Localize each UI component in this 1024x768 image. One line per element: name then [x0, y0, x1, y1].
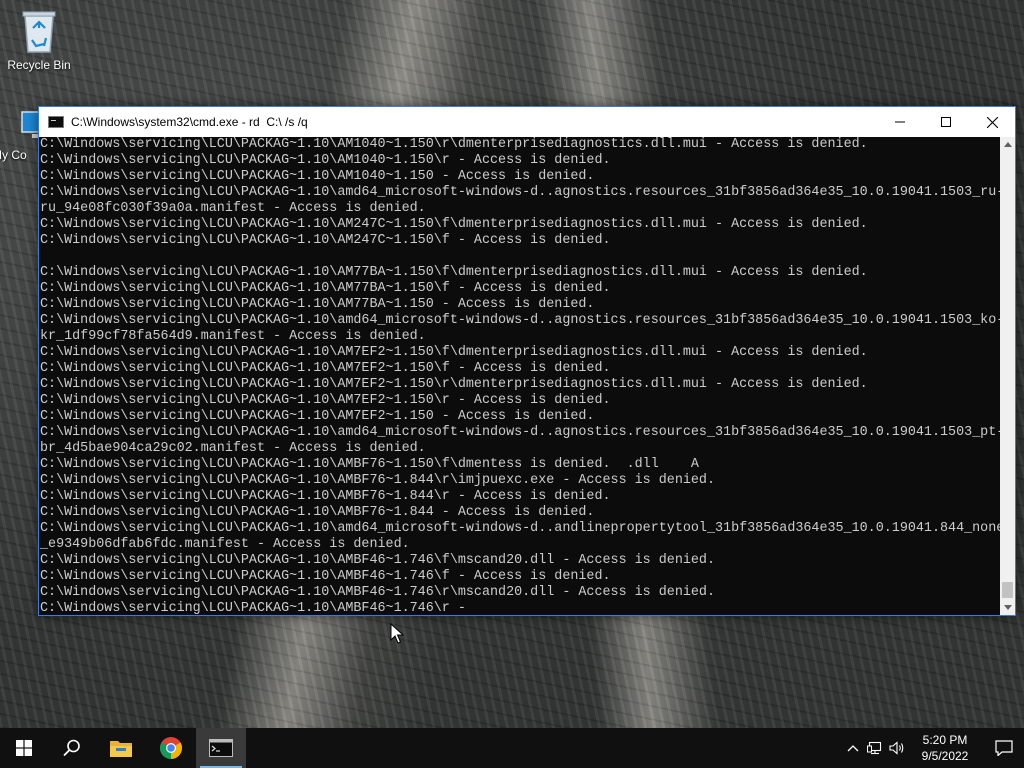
console-line: C:\Windows\servicing\LCU\PACKAG~1.10\AM2…	[40, 217, 868, 232]
console-line: br_4d5bae904ca29c02.manifest - Access is…	[40, 441, 426, 456]
console-line: C:\Windows\servicing\LCU\PACKAG~1.10\AM7…	[40, 361, 611, 376]
chevron-up-icon	[1003, 142, 1012, 147]
minimize-icon	[895, 121, 905, 123]
clock-date: 9/5/2022	[921, 749, 969, 763]
close-button[interactable]	[969, 107, 1015, 137]
console-output[interactable]: C:\Windows\servicing\LCU\PACKAG~1.10\AM1…	[39, 137, 1000, 615]
console-line: C:\Windows\servicing\LCU\PACKAG~1.10\AM2…	[40, 233, 611, 248]
command-prompt-icon	[209, 739, 233, 757]
console-line: C:\Windows\servicing\LCU\PACKAG~1.10\AM7…	[40, 345, 868, 360]
console-line: C:\Windows\servicing\LCU\PACKAG~1.10\AM7…	[40, 409, 595, 424]
console-line: C:\Windows\servicing\LCU\PACKAG~1.10\AM1…	[40, 153, 611, 168]
maximize-icon	[941, 117, 951, 127]
console-line: C:\Windows\servicing\LCU\PACKAG~1.10\amd…	[40, 521, 1000, 536]
action-center-button[interactable]	[984, 728, 1024, 768]
console-line: C:\Windows\servicing\LCU\PACKAG~1.10\AM1…	[40, 137, 868, 152]
chrome-icon	[160, 737, 182, 759]
console-line: C:\Windows\servicing\LCU\PACKAG~1.10\AM7…	[40, 377, 868, 392]
show-hidden-icons-button[interactable]	[842, 728, 864, 768]
network-button[interactable]	[864, 728, 886, 768]
console-line: C:\Windows\servicing\LCU\PACKAG~1.10\AM7…	[40, 281, 611, 296]
windows-start-icon	[16, 740, 32, 756]
command-prompt-icon	[48, 116, 64, 128]
window-titlebar[interactable]: C:\Windows\system32\cmd.exe - rd C:\ /s …	[39, 107, 1015, 137]
console-line: C:\Windows\servicing\LCU\PACKAG~1.10\AM7…	[40, 265, 868, 280]
console-line: C:\Windows\servicing\LCU\PACKAG~1.10\amd…	[40, 425, 1000, 440]
chevron-up-icon	[847, 745, 859, 752]
desktop-icon-label: Recycle Bin	[7, 58, 71, 72]
clock-time: 5:20 PM	[922, 733, 968, 747]
console-line: C:\Windows\servicing\LCU\PACKAG~1.10\AMB…	[40, 553, 715, 568]
volume-icon	[889, 741, 904, 755]
console-line: C:\Windows\servicing\LCU\PACKAG~1.10\AMB…	[40, 601, 466, 615]
console-line: C:\Windows\servicing\LCU\PACKAG~1.10\AM7…	[40, 297, 595, 312]
taskbar-chrome[interactable]	[146, 728, 196, 768]
volume-button[interactable]	[886, 728, 908, 768]
console-line: C:\Windows\servicing\LCU\PACKAG~1.10\amd…	[40, 185, 1000, 200]
console-line: ru_94e08fc030f39a0a.manifest - Access is…	[40, 201, 426, 216]
console-line: C:\Windows\servicing\LCU\PACKAG~1.10\AMB…	[40, 489, 611, 504]
window-title: C:\Windows\system32\cmd.exe - rd C:\ /s …	[71, 115, 308, 129]
network-icon	[867, 741, 882, 755]
console-line: _e9349b06dfab6fdc.manifest - Access is d…	[40, 537, 410, 552]
console-line: C:\Windows\servicing\LCU\PACKAG~1.10\amd…	[40, 313, 1000, 328]
taskbar-file-explorer[interactable]	[96, 728, 146, 768]
console-line: C:\Windows\servicing\LCU\PACKAG~1.10\AM1…	[40, 169, 595, 184]
recycle-bin-icon	[22, 11, 56, 53]
taskbar: 5:20 PM 9/5/2022	[0, 728, 1024, 768]
close-icon	[986, 116, 998, 128]
system-clock[interactable]: 5:20 PM 9/5/2022	[914, 732, 976, 764]
maximize-button[interactable]	[923, 107, 969, 137]
console-line: C:\Windows\servicing\LCU\PACKAG~1.10\AMB…	[40, 457, 699, 472]
chevron-down-icon	[1003, 605, 1012, 610]
search-icon	[63, 739, 80, 757]
console-line: C:\Windows\servicing\LCU\PACKAG~1.10\AMB…	[40, 473, 715, 488]
console-line: kr_1df99cf78fa564d9.manifest - Access is…	[40, 329, 426, 344]
taskbar-command-prompt[interactable]	[196, 728, 246, 768]
scroll-down-arrow[interactable]	[1000, 600, 1015, 615]
console-line: C:\Windows\servicing\LCU\PACKAG~1.10\AM7…	[40, 393, 611, 408]
file-explorer-icon	[110, 741, 132, 757]
console-line: C:\Windows\servicing\LCU\PACKAG~1.10\AMB…	[40, 569, 611, 584]
mouse-pointer-icon	[390, 623, 404, 644]
scroll-up-arrow[interactable]	[1000, 137, 1015, 152]
minimize-button[interactable]	[877, 107, 923, 137]
cmd-window[interactable]: C:\Windows\system32\cmd.exe - rd C:\ /s …	[38, 106, 1016, 616]
action-center-icon	[995, 740, 1013, 756]
console-line: C:\Windows\servicing\LCU\PACKAG~1.10\AMB…	[40, 505, 595, 520]
scrollbar-thumb[interactable]	[1002, 582, 1013, 598]
desktop-icon-recycle-bin[interactable]: Recycle Bin	[3, 6, 75, 72]
start-button[interactable]	[0, 728, 48, 768]
console-line: C:\Windows\servicing\LCU\PACKAG~1.10\AMB…	[40, 585, 715, 600]
search-button[interactable]	[48, 728, 96, 768]
vertical-scrollbar[interactable]	[1000, 137, 1015, 615]
